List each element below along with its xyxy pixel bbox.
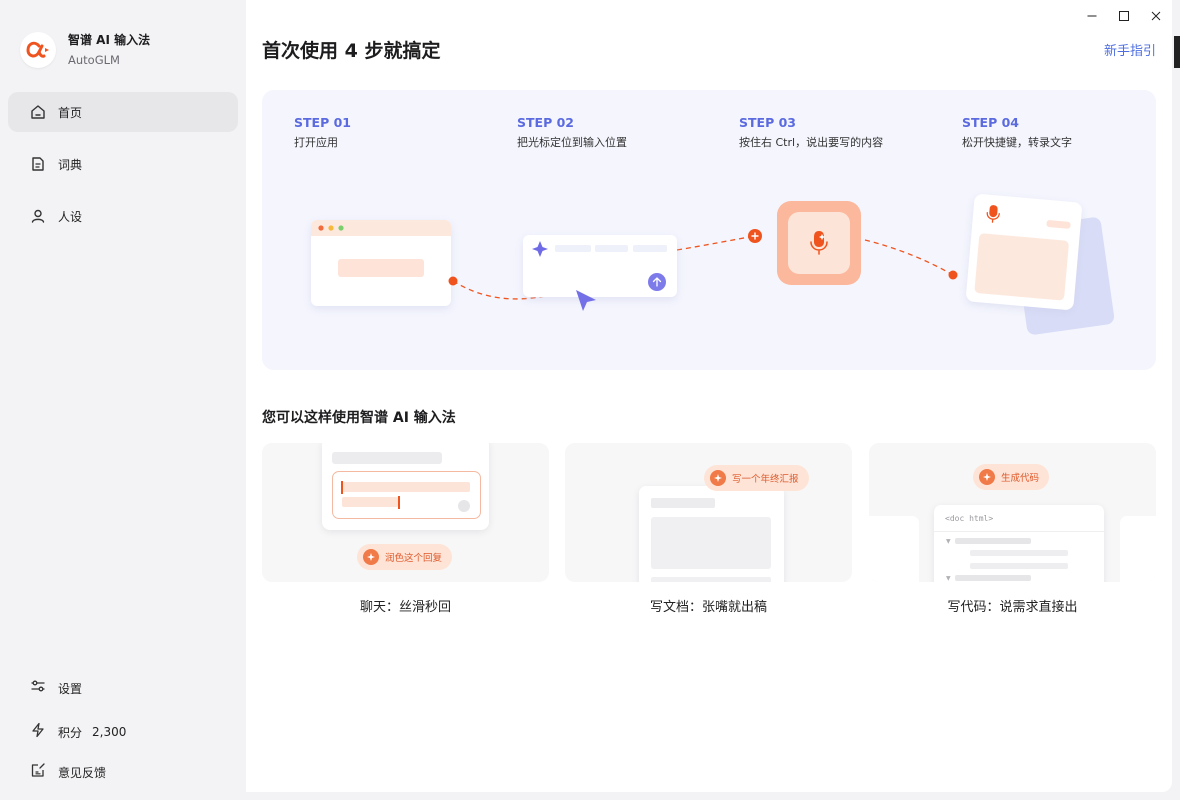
year-end-report-chip: 写一个年终汇报 — [704, 465, 809, 491]
persona-icon — [30, 208, 46, 224]
points-value: 2,300 — [92, 725, 127, 739]
sidebar-item-label: 词典 — [58, 157, 83, 172]
steps-panel: STEP 01 打开应用 STEP 02 把光标定位到输入位置 STEP 03 … — [262, 90, 1156, 370]
step-2: STEP 02 把光标定位到输入位置 — [517, 115, 627, 151]
step-number: STEP 03 — [739, 115, 796, 130]
points-label: 积分 — [58, 725, 83, 740]
minimize-icon — [1087, 15, 1097, 17]
sparkle-icon — [710, 470, 726, 486]
main-panel: 首次使用 4 步就搞定 新手指引 STEP 01 打开应用 STEP 02 把光… — [246, 0, 1172, 792]
settings-label: 设置 — [58, 681, 83, 696]
settings-button[interactable]: 设置 — [8, 668, 238, 708]
chip-label: 润色这个回复 — [385, 553, 443, 564]
step-number: STEP 01 — [294, 115, 351, 130]
chip-label: 写一个年终汇报 — [732, 474, 799, 485]
code-tag-label: <doc html> — [945, 514, 994, 523]
step-number: STEP 02 — [517, 115, 574, 130]
step-4: STEP 04 松开快捷键，转录文字 — [962, 115, 1072, 151]
usage-section-title: 您可以这样使用智谱 AI 输入法 — [262, 410, 456, 426]
minimize-button[interactable] — [1076, 0, 1108, 32]
step-description: 把光标定位到输入位置 — [517, 136, 627, 149]
edge-tab — [1174, 36, 1180, 68]
feedback-label: 意见反馈 — [58, 765, 107, 780]
sidebar-item-home[interactable]: 首页 — [8, 92, 238, 132]
brand-name: 智谱 AI 输入法 — [68, 33, 151, 47]
card-caption: 写文档：张嘴就出稿 — [649, 600, 767, 615]
document-preview-image: 写一个年终汇报 — [565, 443, 852, 582]
step-number: STEP 04 — [962, 115, 1019, 130]
usage-card-chat[interactable]: 润色这个回复 聊天：丝滑秒回 — [262, 443, 549, 615]
card-caption: 聊天：丝滑秒回 — [359, 600, 451, 615]
card-caption: 写代码：说需求直接出 — [947, 600, 1078, 615]
points-button[interactable]: 积分 2,300 — [8, 712, 238, 752]
code-preview-image: <doc html> ▼ ▼ 生成代码 — [869, 443, 1156, 582]
feedback-icon — [30, 762, 46, 782]
home-icon — [30, 104, 46, 120]
sparkle-icon — [979, 469, 995, 485]
main-nav: 首页 词典 人设 — [8, 92, 238, 248]
step-description: 打开应用 — [294, 136, 338, 149]
maximize-button[interactable] — [1108, 0, 1140, 32]
sliders-icon — [30, 678, 46, 698]
chat-preview-image: 润色这个回复 — [262, 443, 549, 582]
dictionary-icon — [30, 156, 46, 172]
step-1: STEP 01 打开应用 — [294, 115, 351, 151]
chip-label: 生成代码 — [1001, 473, 1040, 484]
alpha-logo-icon — [20, 32, 56, 68]
step-description: 松开快捷键，转录文字 — [962, 136, 1072, 149]
sidebar-item-label: 首页 — [58, 105, 83, 120]
usage-card-code[interactable]: <doc html> ▼ ▼ 生成代码 写代码：说需求直接出 — [869, 443, 1156, 615]
polish-reply-chip: 润色这个回复 — [357, 544, 453, 570]
sparkle-icon — [363, 549, 379, 565]
close-icon — [1151, 11, 1161, 21]
usage-card-document[interactable]: 写一个年终汇报 写文档：张嘴就出稿 — [565, 443, 852, 615]
sidebar-item-persona[interactable]: 人设 — [8, 196, 238, 236]
bottom-nav: 设置 积分 2,300 意见反馈 — [8, 668, 238, 792]
maximize-icon — [1119, 11, 1129, 21]
page-title: 首次使用 4 步就搞定 — [262, 40, 441, 62]
sidebar-item-label: 人设 — [58, 209, 83, 224]
window-controls — [1076, 0, 1172, 32]
sidebar-item-dictionary[interactable]: 词典 — [8, 144, 238, 184]
step-description: 按住右 Ctrl，说出要写的内容 — [739, 136, 884, 149]
close-button[interactable] — [1140, 0, 1172, 32]
lightning-icon — [30, 722, 46, 742]
sidebar: 智谱 AI 输入法 AutoGLM 首页 词典 人设 设置 积分 2,300 意… — [0, 0, 246, 800]
generate-code-chip: 生成代码 — [973, 464, 1050, 490]
step-3: STEP 03 按住右 Ctrl，说出要写的内容 — [739, 115, 883, 151]
brand-subtitle: AutoGLM — [68, 53, 120, 67]
beginner-guide-link[interactable]: 新手指引 — [1104, 40, 1156, 59]
brand: 智谱 AI 输入法 AutoGLM — [20, 31, 150, 69]
feedback-button[interactable]: 意见反馈 — [8, 752, 238, 792]
